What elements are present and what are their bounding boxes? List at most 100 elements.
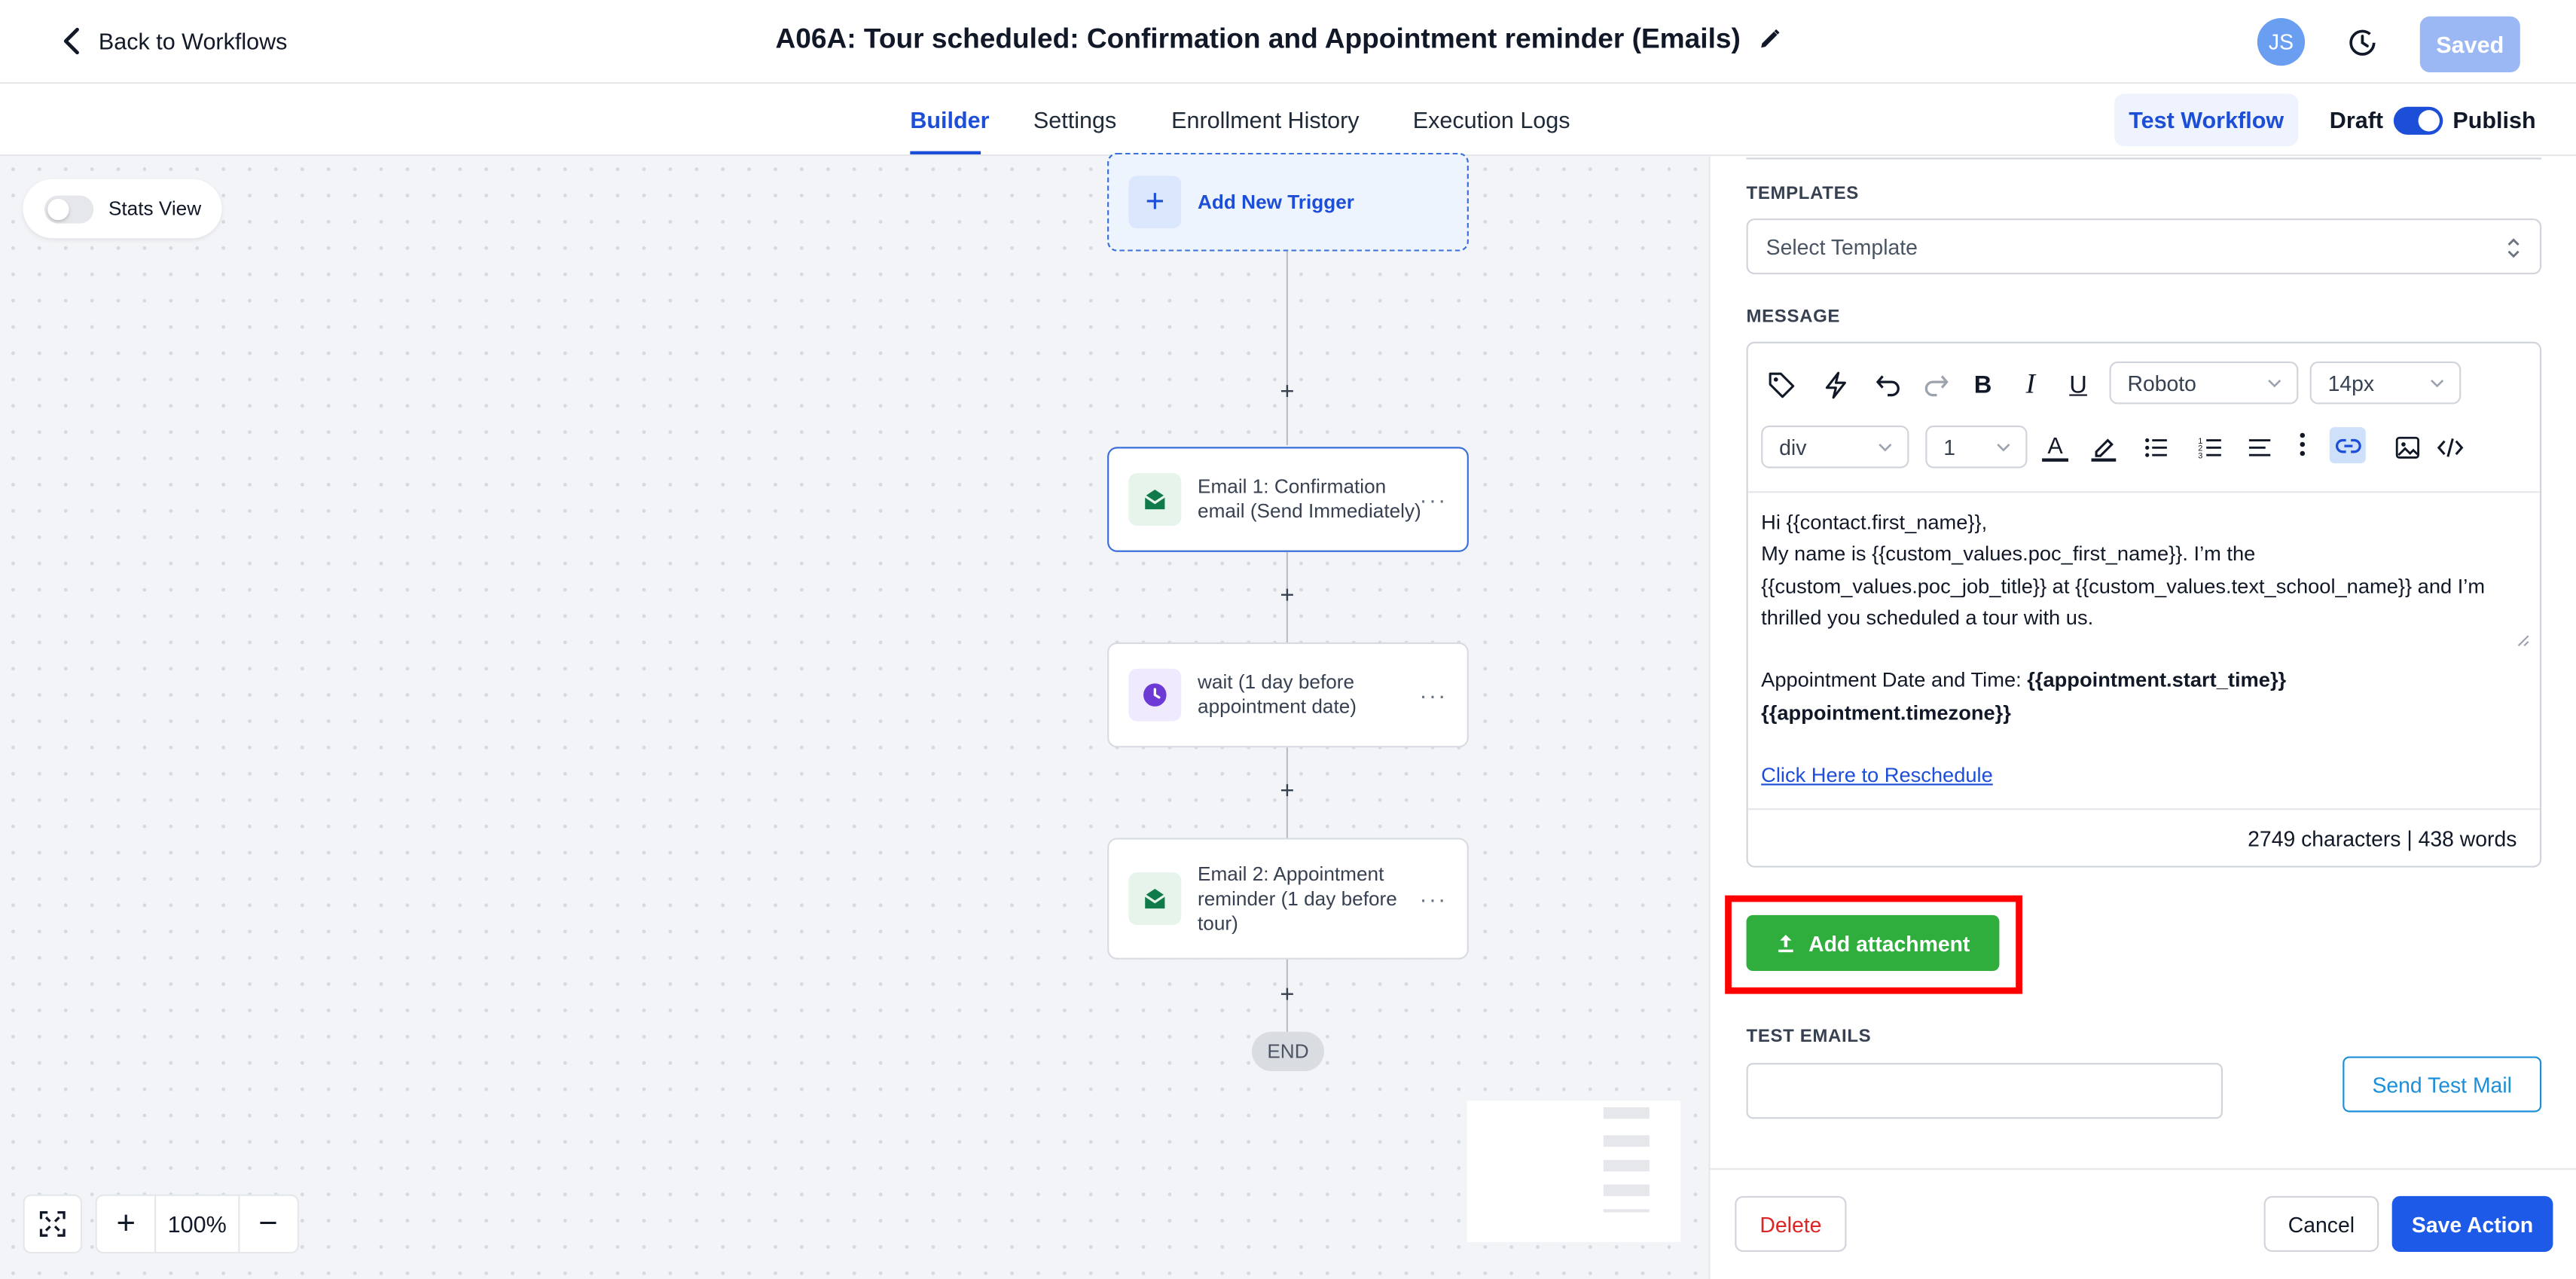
history-icon[interactable] bbox=[2346, 26, 2379, 60]
send-test-mail-button[interactable]: Send Test Mail bbox=[2343, 1056, 2542, 1113]
add-step-plus-icon[interactable]: + bbox=[1275, 982, 1300, 1007]
message-line: {{appointment.timezone}} bbox=[1761, 701, 2011, 725]
user-avatar[interactable]: JS bbox=[2257, 17, 2306, 66]
message-line: thrilled you scheduled a tour with us. bbox=[1761, 606, 2094, 630]
panel-footer: Delete Cancel Save Action bbox=[1710, 1168, 2576, 1279]
tab-execution-logs[interactable]: Execution Logs bbox=[1413, 107, 1570, 133]
align-icon[interactable] bbox=[2242, 430, 2275, 463]
line-height-dropdown[interactable]: 1 bbox=[1925, 425, 2028, 469]
reschedule-link[interactable]: Click Here to Reschedule bbox=[1761, 765, 1993, 788]
active-tab-indicator bbox=[910, 151, 981, 155]
font-size-dropdown[interactable]: 14px bbox=[2309, 361, 2462, 404]
add-trigger-label: Add New Trigger bbox=[1198, 191, 1354, 214]
more-icon[interactable]: ··· bbox=[1419, 682, 1447, 708]
numbered-list-icon[interactable]: 123 bbox=[2193, 430, 2227, 463]
message-body[interactable]: Hi {{contact.first_name}}, My name is {{… bbox=[1761, 508, 2530, 793]
chevron-down-icon bbox=[2268, 379, 2281, 388]
sort-caret-icon bbox=[2507, 238, 2520, 258]
underline-button[interactable]: U bbox=[2062, 368, 2095, 401]
sub-navigation: Builder Settings Enrollment History Exec… bbox=[0, 84, 2576, 157]
redo-icon[interactable] bbox=[1919, 368, 1952, 401]
font-color-button[interactable]: A bbox=[2039, 430, 2072, 463]
stats-view-label: Stats View bbox=[108, 197, 202, 221]
tag-icon[interactable] bbox=[1765, 368, 1798, 401]
node-label: Email 2: Appointment reminder (1 day bef… bbox=[1198, 861, 1397, 934]
link-icon[interactable] bbox=[2329, 427, 2366, 464]
back-label: Back to Workflows bbox=[98, 28, 288, 54]
action-settings-panel: TEMPLATES Select Template MESSAGE B I U … bbox=[1708, 156, 2576, 1279]
message-bold-text: {{appointment.start_time}} bbox=[2027, 669, 2287, 693]
highlight-icon[interactable] bbox=[2086, 430, 2120, 463]
app-root: Back to Workflows A06A: Tour scheduled: … bbox=[0, 0, 2576, 1279]
divider bbox=[1746, 156, 2542, 160]
delete-button[interactable]: Delete bbox=[1735, 1195, 1847, 1252]
code-icon[interactable] bbox=[2433, 430, 2466, 463]
italic-button[interactable]: I bbox=[2014, 368, 2047, 401]
clock-icon bbox=[1128, 668, 1182, 722]
minimap[interactable] bbox=[1467, 1100, 1681, 1242]
character-word-count: 2749 characters | 438 words bbox=[1747, 808, 2540, 868]
upload-icon bbox=[1778, 935, 1793, 953]
resize-handle-icon[interactable] bbox=[2515, 633, 2530, 648]
template-select-placeholder: Select Template bbox=[1766, 234, 1918, 259]
font-color-icon: A bbox=[2047, 431, 2063, 458]
cancel-button[interactable]: Cancel bbox=[2263, 1195, 2379, 1252]
workflow-node-email-2[interactable]: Email 2: Appointment reminder (1 day bef… bbox=[1107, 838, 1469, 960]
workflow-title[interactable]: A06A: Tour scheduled: Confirmation and A… bbox=[775, 23, 1780, 56]
message-text: Appointment Date and Time: bbox=[1761, 669, 2028, 693]
image-icon[interactable] bbox=[2391, 430, 2424, 463]
save-action-button[interactable]: Save Action bbox=[2391, 1195, 2553, 1252]
add-step-plus-icon[interactable]: + bbox=[1275, 779, 1300, 804]
tab-enrollment-history[interactable]: Enrollment History bbox=[1171, 107, 1359, 133]
node-label: Email 1: Confirmation email (Send Immedi… bbox=[1198, 475, 1421, 523]
back-to-workflows-link[interactable]: Back to Workflows bbox=[60, 26, 288, 56]
fit-view-button[interactable] bbox=[23, 1194, 83, 1254]
templates-label: TEMPLATES bbox=[1746, 184, 1859, 204]
undo-icon[interactable] bbox=[1871, 368, 1904, 401]
email-icon bbox=[1128, 473, 1182, 526]
font-family-dropdown[interactable]: Roboto bbox=[2109, 361, 2299, 404]
minimap-block bbox=[1603, 1159, 1650, 1172]
workflow-canvas[interactable]: Stats View + Add New Trigger + Email 1: … bbox=[0, 152, 1709, 1279]
workflow-node-wait[interactable]: wait (1 day before appointment date) ··· bbox=[1107, 642, 1469, 748]
node-label: wait (1 day before appointment date) bbox=[1198, 670, 1357, 719]
chevron-down-icon bbox=[1879, 444, 1892, 452]
template-select[interactable]: Select Template bbox=[1746, 218, 2542, 275]
message-editor[interactable]: B I U Roboto 14px div 1 A 1 2 3 Hi {{con… bbox=[1746, 341, 2542, 868]
minimap-block bbox=[1603, 1135, 1650, 1147]
stats-view-toggle[interactable]: Stats View bbox=[23, 179, 222, 239]
add-step-plus-icon[interactable]: + bbox=[1275, 583, 1300, 608]
tab-builder[interactable]: Builder bbox=[910, 107, 989, 133]
plus-icon: + bbox=[1128, 176, 1182, 229]
message-label: MESSAGE bbox=[1746, 307, 1841, 328]
test-emails-input[interactable] bbox=[1746, 1063, 2223, 1119]
publish-label: Publish bbox=[2452, 106, 2536, 133]
add-new-trigger-button[interactable]: + Add New Trigger bbox=[1107, 152, 1469, 252]
bold-button[interactable]: B bbox=[1967, 368, 2000, 401]
bullet-list-icon[interactable] bbox=[2139, 430, 2172, 463]
font-color-underline bbox=[2042, 457, 2069, 461]
block-type-dropdown[interactable]: div bbox=[1761, 425, 1909, 469]
more-icon[interactable]: ··· bbox=[1419, 487, 1447, 513]
pencil-icon[interactable] bbox=[1757, 28, 1781, 51]
tab-settings[interactable]: Settings bbox=[1033, 107, 1116, 133]
lightning-icon[interactable] bbox=[1818, 368, 1851, 401]
publish-toggle[interactable] bbox=[2393, 106, 2443, 135]
more-icon[interactable]: ··· bbox=[1419, 886, 1447, 912]
zoom-out-icon[interactable]: − bbox=[240, 1196, 298, 1252]
add-attachment-label: Add attachment bbox=[1808, 930, 1970, 956]
zoom-in-icon[interactable]: + bbox=[97, 1196, 155, 1252]
message-line: {{custom_values.poc_job_title}} at {{cus… bbox=[1761, 574, 2486, 598]
font-family-value: Roboto bbox=[2127, 370, 2196, 395]
editor-toolbar: B I U Roboto 14px div 1 A 1 2 3 bbox=[1747, 343, 2540, 493]
more-vertical-icon[interactable] bbox=[2285, 427, 2318, 460]
test-workflow-button[interactable]: Test Workflow bbox=[2114, 93, 2299, 147]
add-step-plus-icon[interactable]: + bbox=[1275, 380, 1300, 404]
stats-view-switch[interactable] bbox=[44, 194, 94, 223]
workflow-title-text: A06A: Tour scheduled: Confirmation and A… bbox=[775, 23, 1741, 54]
chevron-down-icon bbox=[1997, 444, 2010, 452]
add-attachment-button[interactable]: Add attachment bbox=[1746, 914, 2000, 972]
workflow-node-email-1[interactable]: Email 1: Confirmation email (Send Immedi… bbox=[1107, 447, 1469, 552]
saved-button[interactable]: Saved bbox=[2419, 16, 2520, 72]
